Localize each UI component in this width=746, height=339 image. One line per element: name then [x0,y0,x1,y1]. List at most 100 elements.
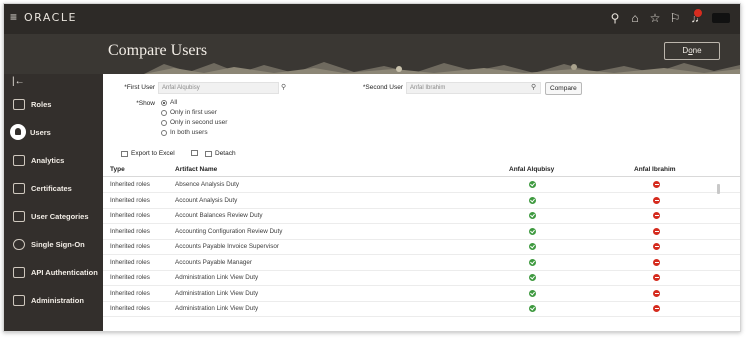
sidebar: |← Roles Users Analytics Certificates Us… [4,74,103,331]
api-key-icon [13,266,25,278]
radio-icon [161,119,167,126]
cell-artifact-name: Account Balances Review Duty [175,212,263,219]
detach-button[interactable]: Detach [205,150,236,157]
export-to-excel-button[interactable]: Export to Excel [121,150,175,157]
check-icon [529,274,536,281]
freeze-icon [191,150,198,156]
bell-icon[interactable]: ♫ [688,8,703,26]
table-row[interactable]: Inherited roles Accounts Payable Invoice … [103,239,740,255]
search-icon[interactable]: ⚲ [531,83,536,91]
radio-icon [161,109,167,116]
table-row[interactable]: Inherited roles Account Analysis Duty [103,193,740,209]
sidebar-item-analytics[interactable]: Analytics [4,148,103,172]
done-button[interactable]: Done [664,42,720,60]
sidebar-item-roles[interactable]: Roles [4,92,103,116]
main-content: *First User Anfal Alqubisy ⚲ *Second Use… [103,74,740,331]
roles-icon [13,98,25,110]
sidebar-item-label: Certificates [31,183,72,193]
minus-icon [653,305,660,312]
vertical-scrollbar[interactable] [717,184,720,194]
sidebar-item-label: User Categories [31,211,89,221]
menu-icon[interactable]: ≡ [10,11,20,23]
cell-type: Inherited roles [110,305,150,312]
minus-icon [653,243,660,250]
cell-artifact-name: Accounts Payable Invoice Supervisor [175,243,279,250]
search-icon[interactable]: ⚲ [281,83,286,91]
table-row[interactable]: Inherited roles Administration Link View … [103,286,740,302]
table-row[interactable]: Inherited roles Absence Analysis Duty [103,177,740,193]
minus-icon [653,274,660,281]
second-user-label: *Second User [362,84,403,91]
column-header-first-user[interactable]: Anfal Alqubisy [509,166,554,173]
show-option-both[interactable]: In both users [161,129,208,136]
table-row[interactable]: Inherited roles Accounting Configuration … [103,224,740,240]
analytics-icon [13,154,25,166]
radio-icon [161,129,167,136]
check-icon [529,289,536,297]
minus-icon [653,212,660,219]
cell-artifact-name: Accounting Configuration Review Duty [175,227,283,235]
star-icon[interactable]: ☆ [648,10,662,26]
administration-icon [13,294,25,306]
check-icon [529,212,536,219]
check-icon [529,181,536,188]
column-header-second-user[interactable]: Anfal Ibrahim [634,166,676,173]
table-row[interactable]: Inherited roles Accounts Payable Manager [103,255,740,271]
sidebar-item-users[interactable]: Users [4,120,103,144]
sidebar-item-label: Administration [31,295,84,305]
cell-artifact-name: Administration Link View Duty [175,289,259,297]
table-header: Type Artifact Name Anfal Alqubisy Anfal … [103,164,740,177]
check-icon [529,243,536,250]
cell-type: Inherited roles [110,181,150,188]
cell-type: Inherited roles [110,274,150,281]
cell-artifact-name: Administration Link View Duty [175,274,259,281]
sidebar-item-label: Users [30,127,51,137]
sidebar-item-certificates[interactable]: Certificates [4,176,103,200]
freeze-button[interactable] [191,150,201,156]
sidebar-item-api-authentication[interactable]: API Authentication [4,260,103,284]
radio-selected-icon [161,99,167,106]
user-categories-icon [13,210,25,222]
show-option-first[interactable]: Only in first user [161,109,217,116]
user-icon [10,124,26,140]
user-menu[interactable] [712,13,730,23]
minus-icon [653,289,660,297]
cell-artifact-name: Absence Analysis Duty [175,181,240,188]
certificate-icon [13,182,25,194]
minus-icon [653,227,660,235]
header-decoration [144,62,740,74]
first-user-input[interactable]: Anfal Alqubisy [158,82,279,94]
flag-icon[interactable]: ⚐ [668,10,682,26]
second-user-input[interactable]: Anfal Ibrahim [406,82,541,94]
sidebar-item-user-categories[interactable]: User Categories [4,204,103,228]
excel-icon [121,150,128,157]
cell-type: Inherited roles [110,258,150,266]
collapse-icon[interactable]: |← [12,76,25,87]
table-row[interactable]: Inherited roles Account Balances Review D… [103,208,740,224]
table-row[interactable]: Inherited roles Administration Link View … [103,301,740,317]
cell-artifact-name: Account Analysis Duty [175,196,238,204]
sidebar-item-administration[interactable]: Administration [4,288,103,312]
column-header-artifact-name[interactable]: Artifact Name [175,166,217,173]
cell-type: Inherited roles [110,243,150,250]
check-icon [529,305,536,312]
sidebar-item-label: API Authentication [31,267,98,277]
cell-type: Inherited roles [110,196,150,204]
page-title: Compare Users [108,42,208,59]
show-label: *Show [136,100,155,107]
cell-type: Inherited roles [110,289,150,297]
sidebar-item-single-sign-on[interactable]: Single Sign-On [4,232,103,256]
show-option-all[interactable]: All [161,99,177,106]
home-icon[interactable]: ⌂ [628,10,642,26]
first-user-label: *First User [124,84,155,91]
search-icon[interactable]: ⚲ [608,10,622,26]
cloud-icon [13,238,25,250]
cell-type: Inherited roles [110,227,150,235]
app-window: ≡ ORACLE ⚲ ⌂ ☆ ⚐ ♫ Compare Users Done |←… [3,3,741,332]
show-option-second[interactable]: Only in second user [161,119,227,126]
minus-icon [653,258,660,266]
minus-icon [653,196,660,204]
table-row[interactable]: Inherited roles Administration Link View … [103,270,740,286]
compare-button[interactable]: Compare [545,82,582,95]
column-header-type[interactable]: Type [110,166,125,173]
